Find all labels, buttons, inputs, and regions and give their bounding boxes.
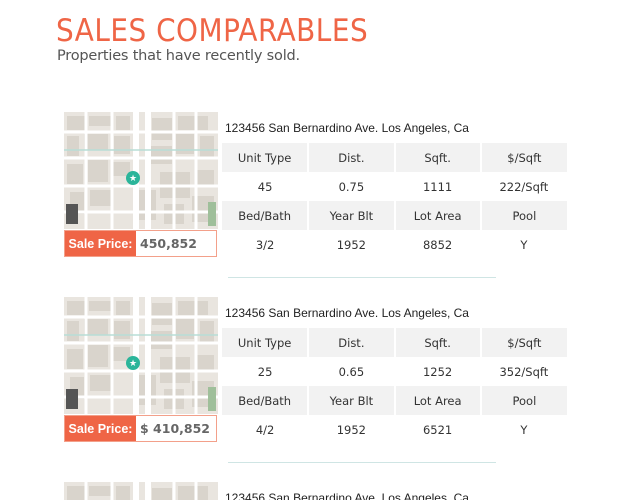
map-marker-icon: ★: [126, 356, 140, 370]
value-price-per-sqft: 352/Sqft: [499, 364, 549, 379]
header-distance: Dist.: [308, 143, 396, 172]
property-details-table: Unit Type Dist. Sqft. $/Sqft 45 0.75 111…: [222, 143, 567, 259]
listing-card: ★ Sale Price: $ 410,852 123456 San Berna…: [64, 297, 569, 467]
table-row: 4/2 1952 6521 Y: [222, 415, 567, 444]
header-year-built: Year Blt: [308, 386, 396, 415]
value-sqft: 1111: [422, 179, 453, 194]
header-pool: Pool: [480, 386, 567, 415]
value-unit-type: 45: [257, 179, 273, 194]
sale-price-badge: Sale Price: $ 410,852: [64, 415, 217, 442]
header-bed-bath: Bed/Bath: [222, 201, 310, 230]
map-thumbnail[interactable]: ★: [64, 297, 218, 414]
table-row: Unit Type Dist. Sqft. $/Sqft: [222, 143, 567, 172]
property-address: 123456 San Bernardino Ave. Los Angeles, …: [225, 491, 469, 500]
table-row: 45 0.75 1111 222/Sqft: [222, 172, 567, 201]
value-pool: Y: [520, 422, 528, 437]
header-unit-type: Unit Type: [222, 143, 310, 172]
map-thumbnail[interactable]: [64, 482, 218, 500]
value-sqft: 1252: [422, 364, 453, 379]
sale-price-label: Sale Price:: [65, 416, 136, 441]
table-row: Bed/Bath Year Blt Lot Area Pool: [222, 386, 567, 415]
header-distance: Dist.: [308, 328, 396, 357]
value-bed-bath: 3/2: [255, 237, 275, 252]
header-lot-area: Lot Area: [394, 201, 482, 230]
property-details-table: Unit Type Dist. Sqft. $/Sqft 25 0.65 125…: [222, 328, 567, 444]
table-row: Bed/Bath Year Blt Lot Area Pool: [222, 201, 567, 230]
header-price-per-sqft: $/Sqft: [480, 328, 567, 357]
sale-price-badge: Sale Price: 450,852: [64, 230, 217, 257]
property-address: 123456 San Bernardino Ave. Los Angeles, …: [225, 306, 469, 320]
page-title: SALES COMPARABLES: [56, 13, 369, 49]
table-row: 25 0.65 1252 352/Sqft: [222, 357, 567, 386]
header-pool: Pool: [480, 201, 567, 230]
header-price-per-sqft: $/Sqft: [480, 143, 567, 172]
listing-card: ★ Sale Price: 450,852 123456 San Bernard…: [64, 112, 569, 282]
sale-price-value: $ 410,852: [136, 416, 216, 441]
value-lot-area: 8852: [422, 237, 453, 252]
header-lot-area: Lot Area: [394, 386, 482, 415]
value-pool: Y: [520, 237, 528, 252]
value-unit-type: 25: [257, 364, 273, 379]
property-address: 123456 San Bernardino Ave. Los Angeles, …: [225, 121, 469, 135]
divider: [228, 277, 496, 278]
header-bed-bath: Bed/Bath: [222, 386, 310, 415]
value-price-per-sqft: 222/Sqft: [499, 179, 549, 194]
value-bed-bath: 4/2: [255, 422, 275, 437]
header-unit-type: Unit Type: [222, 328, 310, 357]
map-thumbnail[interactable]: ★: [64, 112, 218, 229]
header-sqft: Sqft.: [394, 143, 482, 172]
map-marker-icon: ★: [126, 171, 140, 185]
table-row: 3/2 1952 8852 Y: [222, 230, 567, 259]
page-subtitle: Properties that have recently sold.: [57, 48, 300, 64]
header-sqft: Sqft.: [394, 328, 482, 357]
value-lot-area: 6521: [422, 422, 453, 437]
listing-card: 123456 San Bernardino Ave. Los Angeles, …: [64, 482, 569, 500]
sale-price-label: Sale Price:: [65, 231, 136, 256]
value-year-built: 1952: [336, 422, 367, 437]
value-year-built: 1952: [336, 237, 367, 252]
value-distance: 0.65: [338, 364, 365, 379]
divider: [228, 462, 496, 463]
table-row: Unit Type Dist. Sqft. $/Sqft: [222, 328, 567, 357]
value-distance: 0.75: [338, 179, 365, 194]
sale-price-value: 450,852: [136, 231, 216, 256]
header-year-built: Year Blt: [308, 201, 396, 230]
